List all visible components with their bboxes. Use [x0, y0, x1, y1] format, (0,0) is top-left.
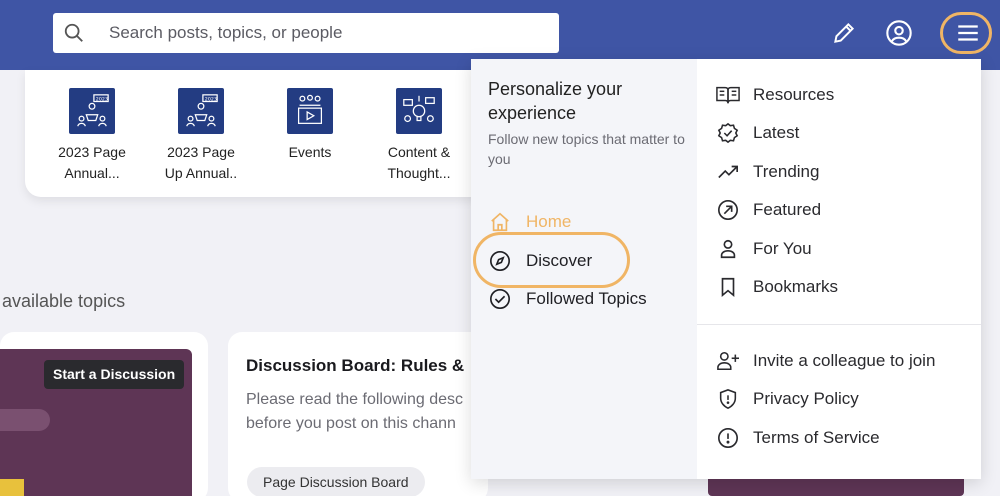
topic-carousel: 2023 2023 Page Annual... 2023 2023 Page Up… [25, 70, 495, 197]
personalize-panel: Personalize your experience Follow new t… [471, 59, 697, 479]
topic-thumbnail: 2023 [178, 88, 224, 134]
svg-text:2023: 2023 [205, 97, 217, 103]
ideas-icon [403, 95, 435, 123]
search-icon [64, 23, 83, 42]
nav-label: Followed Topics [526, 289, 647, 308]
user-icon [716, 237, 740, 261]
search-bar[interactable] [53, 13, 559, 53]
search-input[interactable] [109, 13, 549, 53]
menu-item-featured[interactable]: Featured [716, 197, 821, 223]
home-icon [488, 210, 512, 234]
trending-icon [716, 160, 740, 184]
topic-card[interactable]: 2023 2023 Page Up Annual.. [151, 88, 251, 184]
topic-card[interactable]: 2023 2023 Page Annual... [42, 88, 142, 184]
topic-label: 2023 Page Up Annual.. [164, 144, 238, 181]
menu-item-label: For You [753, 239, 812, 258]
personalize-subtitle: Follow new topics that matter to you [488, 131, 685, 167]
topic-chip[interactable]: Page Discussion Board [247, 467, 425, 496]
menu-item-label: Terms of Service [753, 428, 880, 447]
start-discussion-button[interactable]: Start a Discussion [44, 360, 185, 389]
menu-divider [697, 324, 981, 325]
menu-highlight-ring [940, 12, 992, 54]
discussion-card-image[interactable] [0, 332, 208, 496]
nav-label: Home [526, 212, 572, 231]
profile-button[interactable] [884, 18, 914, 48]
svg-text:2023: 2023 [96, 97, 108, 103]
personalize-title: Personalize your experience [488, 79, 623, 123]
menu-item-label: Invite a colleague to join [753, 351, 936, 370]
discover-highlight-ring [473, 232, 630, 288]
menu-item-label: Featured [753, 200, 822, 219]
menu-item-label: Privacy Policy [753, 389, 859, 408]
menu-item-terms[interactable]: Terms of Service [716, 425, 880, 451]
menu-item-trending[interactable]: Trending [716, 159, 819, 185]
topic-label: 2023 Page Annual... [58, 144, 126, 181]
menu-item-latest[interactable]: Latest [716, 120, 799, 146]
menu-item-label: Trending [753, 162, 820, 181]
topic-thumbnail [287, 88, 333, 134]
topic-thumbnail: 2023 [69, 88, 115, 134]
topic-card[interactable]: Events [260, 88, 360, 163]
presentation-icon: 2023 [186, 94, 218, 127]
menu-item-label: Latest [753, 123, 800, 142]
menu-item-for-you[interactable]: For You [716, 236, 812, 262]
nav-followed-topics[interactable]: Followed Topics [488, 286, 647, 312]
menu-item-label: Bookmarks [753, 277, 839, 296]
menu-item-bookmarks[interactable]: Bookmarks [716, 274, 838, 300]
available-topics-heading: available topics [2, 291, 126, 311]
pencil-icon [834, 22, 855, 43]
compose-button[interactable] [829, 18, 859, 48]
user-plus-icon [716, 349, 740, 373]
badge-check-icon [716, 121, 740, 145]
main-menu-dropdown: Personalize your experience Follow new t… [471, 59, 981, 479]
book-icon [716, 83, 740, 107]
topic-label: Content & Thought... [387, 144, 451, 181]
topic-card[interactable]: Content & Thought... [369, 88, 469, 184]
card-title: Discussion Board: Rules & [246, 356, 465, 375]
menu-item-privacy[interactable]: Privacy Policy [716, 386, 859, 412]
topic-label: Events [288, 144, 332, 160]
alert-circle-icon [716, 426, 740, 450]
card-action-button[interactable] [708, 479, 964, 496]
menu-item-invite[interactable]: Invite a colleague to join [716, 348, 935, 374]
event-icon [297, 94, 323, 124]
menu-item-resources[interactable]: Resources [716, 82, 834, 108]
check-circle-icon [488, 287, 512, 311]
menu-item-label: Resources [753, 85, 835, 104]
shield-icon [716, 387, 740, 411]
presentation-icon: 2023 [77, 94, 109, 127]
bookmark-icon [716, 275, 740, 299]
topic-thumbnail [396, 88, 442, 134]
user-circle-icon [886, 20, 912, 46]
arrow-circle-icon [716, 198, 740, 222]
